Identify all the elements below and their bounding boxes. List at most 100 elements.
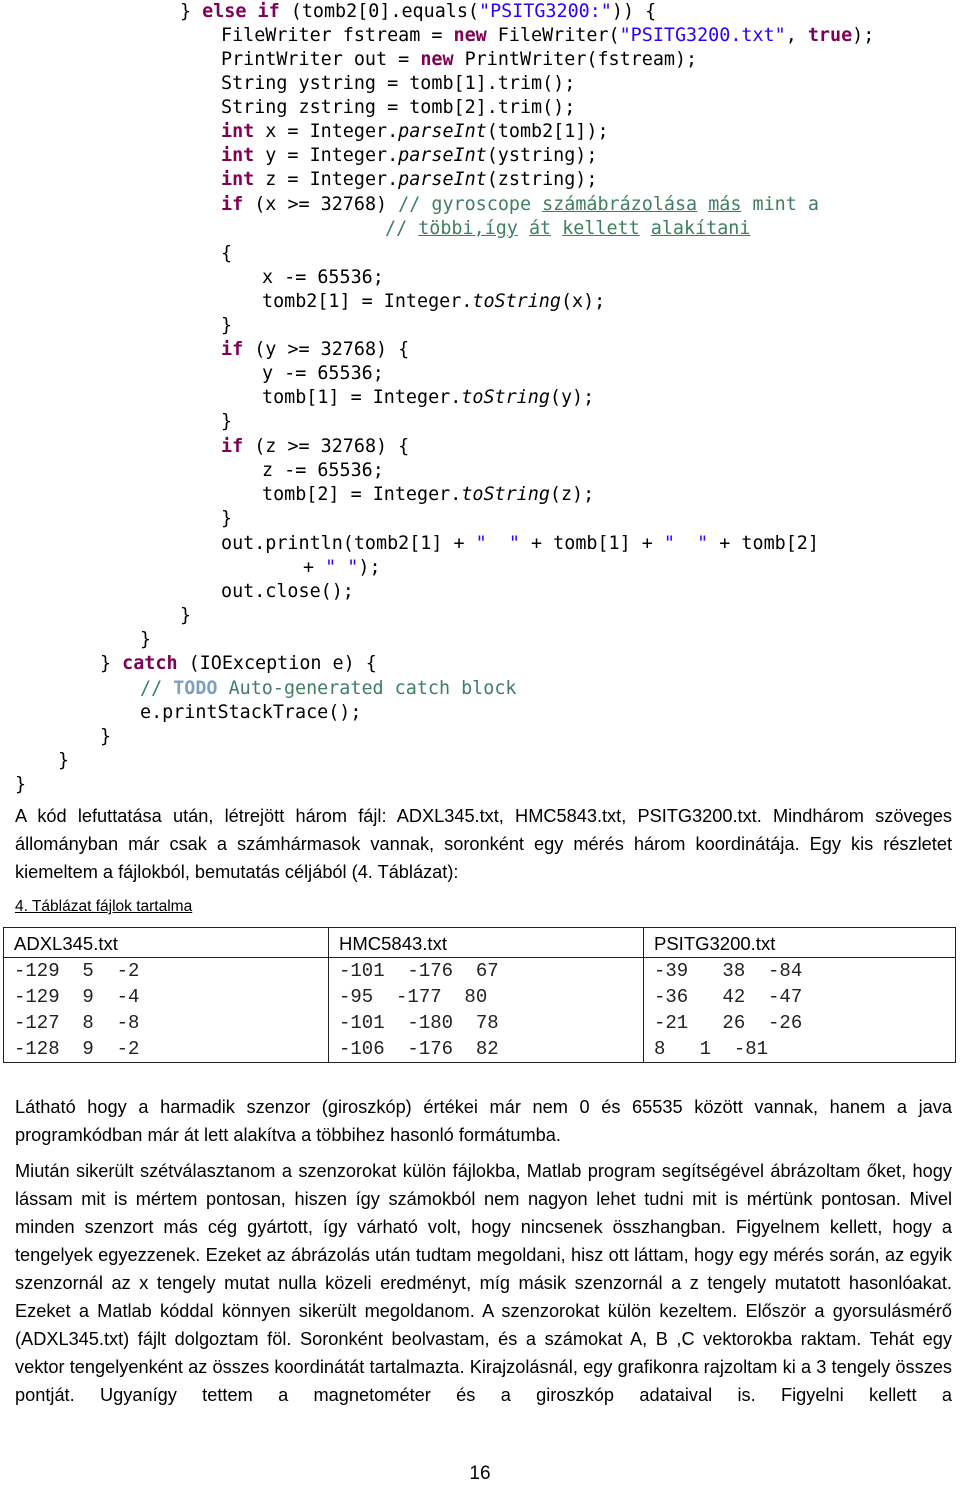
code-token: tomb[1] = Integer. (262, 387, 462, 408)
code-token: if (221, 436, 244, 457)
code-token: tomb[2] = Integer. (262, 484, 462, 505)
code-line: } catch (IOException e) { (100, 652, 377, 676)
code-token: (z >= 32768) { (243, 436, 410, 457)
code-token: ); (852, 25, 875, 46)
code-token: alakítani (650, 218, 751, 239)
code-token: TODO (173, 678, 218, 699)
code-line: } (140, 628, 151, 652)
code-line: // TODO Auto-generated catch block (140, 677, 516, 701)
code-token: PrintWriter(fstream); (453, 49, 698, 70)
code-token: , (785, 25, 808, 46)
code-line: int y = Integer.parseInt(ystring); (221, 144, 597, 168)
code-token: out.close(); (221, 581, 354, 602)
code-token: más (708, 194, 742, 215)
code-token: true (807, 25, 853, 46)
code-line: String ystring = tomb[1].trim(); (221, 72, 575, 96)
page-number: 16 (469, 1463, 491, 1484)
code-token: (IOException e) { (177, 653, 377, 674)
code-token: int (221, 145, 255, 166)
code-token: toString (461, 387, 550, 408)
code-token: "PSITG3200.txt" (619, 25, 786, 46)
code-line: tomb[1] = Integer.toString(y); (262, 386, 594, 410)
code-token: kellett (562, 218, 640, 239)
table-caption: 4. Táblázat fájlok tartalma (15, 898, 193, 915)
code-token: y = Integer. (254, 145, 399, 166)
code-token: "PSITG3200:" (479, 1, 612, 22)
table-row: -129 5 -2 -101 -176 67 -39 38 -84 (4, 957, 956, 984)
table-header-psitg: PSITG3200.txt (643, 927, 956, 958)
code-token: többi,így (418, 218, 518, 239)
code-line: } (100, 725, 111, 749)
code-line: PrintWriter out = new PrintWriter(fstrea… (221, 48, 697, 72)
table-header-adxl: ADXL345.txt (3, 927, 329, 958)
code-line: } (221, 314, 232, 338)
code-line: out.close(); (221, 580, 354, 604)
code-line: if (x >= 32768) // gyroscope számábrázol… (221, 193, 819, 217)
code-token: + tomb[2] (708, 533, 819, 554)
code-line: e.printStackTrace(); (140, 701, 361, 725)
code-line: int x = Integer.parseInt(tomb2[1]); (221, 120, 609, 144)
code-token: } (221, 508, 233, 529)
code-token: z -= 65536; (262, 460, 384, 481)
table-cell: -129 9 -4 (14, 986, 140, 1008)
table-cell: -127 8 -8 (14, 1012, 140, 1034)
code-token: y -= 65536; (262, 363, 384, 384)
paragraph-matlab-plotting: Miután sikerült szétválasztanom a szenzo… (15, 1161, 952, 1405)
table-cell: -36 42 -47 (643, 984, 956, 1010)
code-token: (ystring); (486, 145, 598, 166)
code-token: tomb2[1] = Integer. (262, 291, 473, 312)
code-token: // gyroscope (398, 194, 543, 215)
code-token: int (221, 169, 255, 190)
code-token: catch (122, 653, 178, 674)
files-table: ADXL345.txt HMC5843.txt PSITG3200.txt -1… (3, 927, 956, 1063)
code-token: } (100, 726, 112, 747)
code-token: { (221, 243, 233, 264)
code-line: if (y >= 32768) { (221, 338, 409, 362)
code-token: // (140, 678, 174, 699)
code-token: PrintWriter out = (221, 49, 421, 70)
code-token: } (221, 411, 233, 432)
code-token: new (420, 49, 454, 70)
code-token: } (140, 629, 152, 650)
code-token: x = Integer. (254, 121, 399, 142)
code-line: } (180, 604, 191, 628)
code-token: if (221, 194, 244, 215)
code-line: + " "); (303, 556, 381, 580)
table-header-hmc: HMC5843.txt (328, 927, 644, 958)
code-line: } (15, 773, 26, 797)
code-token: } (58, 750, 70, 771)
code-line: String zstring = tomb[2].trim(); (221, 96, 575, 120)
table-cell: -128 9 -2 (14, 1038, 140, 1060)
code-token: if (221, 339, 244, 360)
code-line: } else if (tomb2[0].equals("PSITG3200:")… (180, 0, 656, 24)
code-token: parseInt (398, 121, 487, 142)
code-token: String zstring = tomb[2].trim(); (221, 97, 576, 118)
code-token: számábrázolása (542, 194, 698, 215)
code-token: + tomb[1] + (519, 533, 664, 554)
code-token: else (202, 1, 247, 22)
code-line: // többi,így át kellett alakítani (385, 217, 750, 241)
code-line: { (221, 242, 232, 266)
code-line: } (221, 410, 232, 434)
code-token: } (180, 605, 192, 626)
table-cell: -39 38 -84 (643, 957, 956, 984)
table-cell: -129 5 -2 (14, 960, 140, 982)
code-token: String ystring = tomb[1].trim(); (221, 73, 576, 94)
table-cell: -101 -180 78 (328, 1010, 644, 1036)
code-token: (x); (560, 291, 606, 312)
code-token: " " (325, 557, 359, 578)
code-line: tomb2[1] = Integer.toString(x); (262, 290, 605, 314)
code-token: át (528, 218, 552, 239)
code-token: } (15, 774, 27, 795)
table-cell: -95 -177 80 (328, 984, 644, 1010)
code-token: x -= 65536; (262, 267, 384, 288)
code-token: toString (472, 291, 561, 312)
code-line: } (58, 749, 69, 773)
code-line: if (z >= 32768) { (221, 435, 409, 459)
code-token: new (453, 25, 487, 46)
code-line: FileWriter fstream = new FileWriter("PSI… (221, 24, 874, 48)
